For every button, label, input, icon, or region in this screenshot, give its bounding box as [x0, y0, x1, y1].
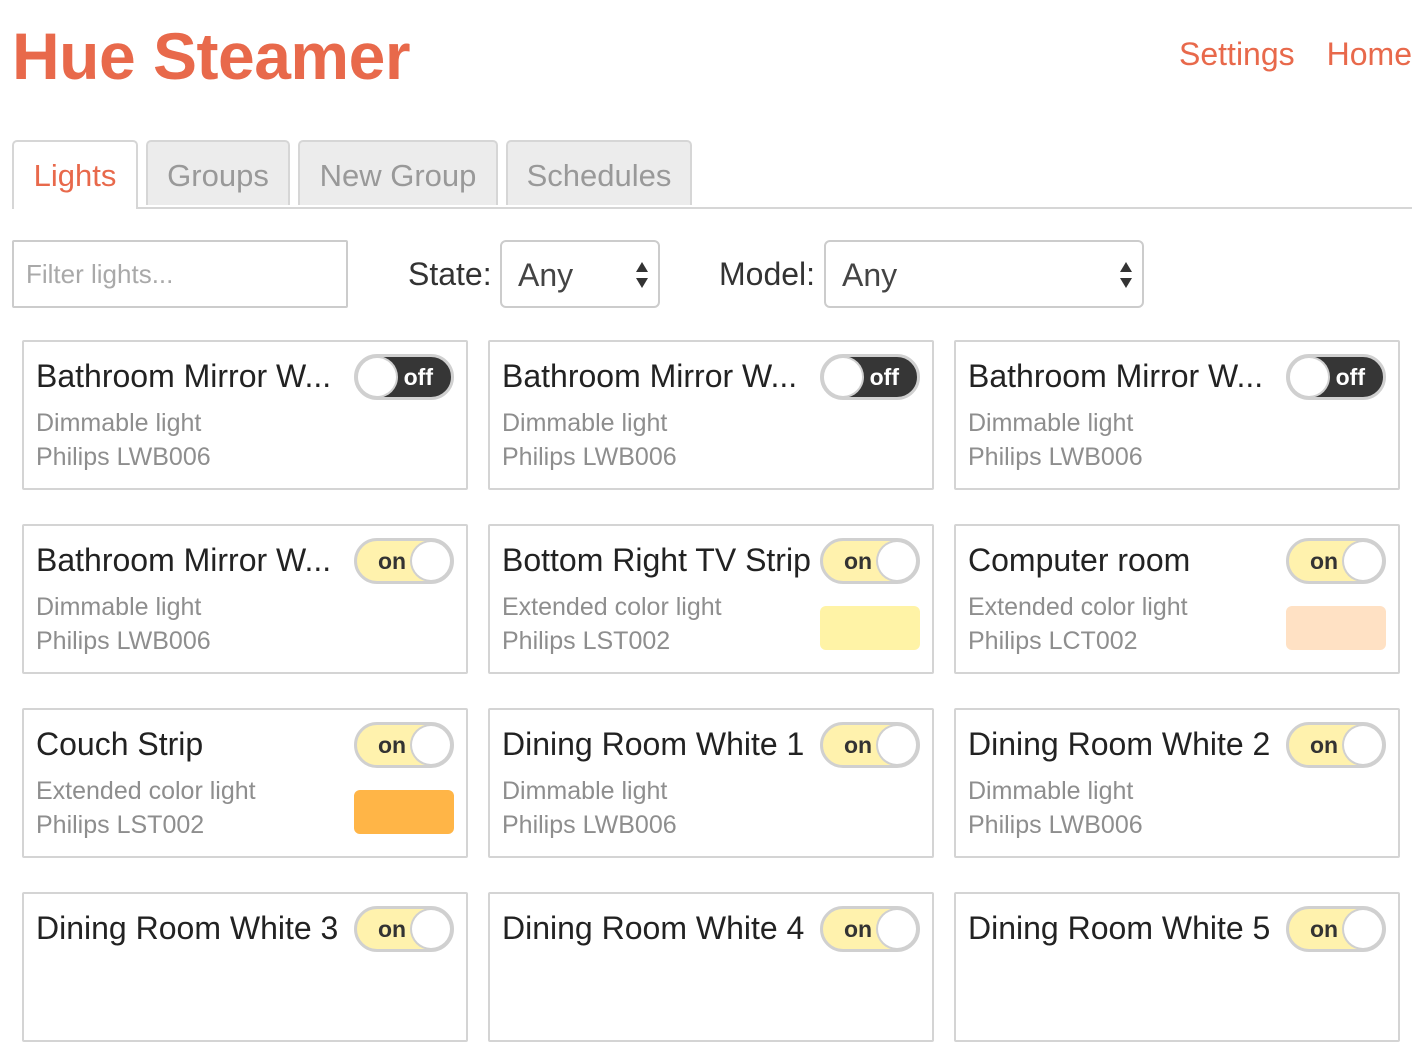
light-type: Dimmable light — [968, 409, 1134, 437]
toggle-knob — [412, 910, 450, 948]
light-type: Dimmable light — [968, 777, 1134, 805]
light-name: Dining Room White 5 — [968, 910, 1271, 946]
toggle-knob — [412, 542, 450, 580]
light-model: Philips LWB006 — [36, 627, 211, 655]
light-model: Philips LWB006 — [968, 811, 1143, 839]
light-name: Bathroom Mirror W... — [502, 358, 798, 394]
light-model: Philips LCT002 — [968, 627, 1138, 655]
state-select-value: Any — [518, 257, 574, 293]
light-name: Dining Room White 4 — [502, 910, 805, 946]
light-card[interactable]: Dining Room White 5 on — [954, 892, 1400, 1042]
light-type: Dimmable light — [502, 409, 668, 437]
light-card[interactable]: Computer room Extended color light Philips… — [954, 524, 1400, 674]
toggle-state-label: on — [378, 548, 407, 574]
light-card[interactable]: Bathroom Mirror W... Dimmable light Philip… — [22, 524, 468, 674]
toggle-state-label: on — [1310, 732, 1339, 758]
toggle-state-label: on — [1310, 548, 1339, 574]
light-card[interactable]: Dining Room White 1 Dimmable light Philips… — [488, 708, 934, 858]
top-nav: Settings Home — [1179, 34, 1412, 74]
power-toggle[interactable]: off — [1286, 354, 1386, 400]
power-toggle[interactable]: on — [1286, 538, 1386, 584]
power-toggle[interactable]: on — [354, 906, 454, 952]
power-toggle[interactable]: on — [820, 722, 920, 768]
toggle-state-label: on — [378, 732, 407, 758]
power-toggle[interactable]: on — [820, 538, 920, 584]
tab-groups[interactable]: Groups — [146, 140, 290, 205]
power-toggle[interactable]: on — [1286, 722, 1386, 768]
light-type: Dimmable light — [502, 777, 668, 805]
light-card[interactable]: Bottom Right TV Strip Extended color ligh… — [488, 524, 934, 674]
color-swatch[interactable] — [820, 606, 920, 650]
toggle-state-label: off — [869, 364, 899, 390]
light-name: Couch Strip — [36, 726, 204, 762]
light-card[interactable]: Dining Room White 4 on — [488, 892, 934, 1042]
toggle-knob — [878, 726, 916, 764]
light-name: Bottom Right TV Strip — [502, 542, 811, 578]
light-card[interactable]: Couch Strip Extended color light Philips L… — [22, 708, 468, 858]
toggle-state-label: off — [403, 364, 433, 390]
light-model: Philips LST002 — [502, 627, 671, 655]
state-label: State: — [408, 256, 492, 292]
toggle-knob — [1290, 358, 1328, 396]
toggle-state-label: on — [844, 732, 873, 758]
light-model: Philips LWB006 — [36, 443, 211, 471]
light-type: Extended color light — [36, 777, 256, 805]
light-model: Philips LWB006 — [502, 811, 677, 839]
toggle-knob — [1344, 726, 1382, 764]
light-model: Philips LST002 — [36, 811, 205, 839]
select-arrows-icon — [636, 262, 648, 288]
power-toggle[interactable]: on — [354, 538, 454, 584]
toggle-knob — [412, 726, 450, 764]
tab-lights[interactable]: Lights — [12, 140, 138, 209]
light-name: Computer room — [968, 542, 1191, 578]
toggle-state-label: on — [844, 916, 873, 942]
tab-bar: Lights Groups New Group Schedules — [12, 140, 1412, 209]
light-card[interactable]: Bathroom Mirror W... Dimmable light Philip… — [488, 340, 934, 490]
light-type: Dimmable light — [36, 593, 202, 621]
light-type: Extended color light — [968, 593, 1188, 621]
light-model: Philips LWB006 — [502, 443, 677, 471]
toggle-state-label: on — [844, 548, 873, 574]
tab-schedules[interactable]: Schedules — [506, 140, 692, 205]
light-type: Extended color light — [502, 593, 722, 621]
power-toggle[interactable]: on — [354, 722, 454, 768]
toggle-state-label: on — [1310, 916, 1339, 942]
select-arrows-icon — [1120, 262, 1132, 288]
light-card[interactable]: Dining Room White 3 on — [22, 892, 468, 1042]
tab-new-group[interactable]: New Group — [298, 140, 498, 205]
light-name: Dining Room White 2 — [968, 726, 1271, 762]
toggle-knob — [878, 910, 916, 948]
light-name: Bathroom Mirror W... — [968, 358, 1264, 394]
home-link[interactable]: Home — [1327, 34, 1412, 74]
toggle-knob — [878, 542, 916, 580]
light-name: Bathroom Mirror W... — [36, 358, 332, 394]
model-label: Model: — [719, 256, 816, 292]
light-name: Dining Room White 1 — [502, 726, 805, 762]
light-name: Dining Room White 3 — [36, 910, 339, 946]
model-select[interactable]: Any — [824, 240, 1144, 308]
toggle-knob — [824, 358, 862, 396]
power-toggle[interactable]: on — [820, 906, 920, 952]
power-toggle[interactable]: on — [1286, 906, 1386, 952]
power-toggle[interactable]: off — [820, 354, 920, 400]
model-select-value: Any — [842, 257, 898, 293]
light-card[interactable]: Bathroom Mirror W... Dimmable light Philip… — [22, 340, 468, 490]
state-select[interactable]: Any — [500, 240, 660, 308]
toggle-knob — [1344, 910, 1382, 948]
light-type: Dimmable light — [36, 409, 202, 437]
light-card[interactable]: Dining Room White 2 Dimmable light Philips… — [954, 708, 1400, 858]
power-toggle[interactable]: off — [354, 354, 454, 400]
light-model: Philips LWB006 — [968, 443, 1143, 471]
light-card[interactable]: Bathroom Mirror W... Dimmable light Philip… — [954, 340, 1400, 490]
filter-lights-input[interactable] — [12, 240, 348, 308]
toggle-knob — [1344, 542, 1382, 580]
app-title: Hue Steamer — [12, 19, 411, 93]
settings-link[interactable]: Settings — [1179, 34, 1295, 74]
color-swatch[interactable] — [354, 790, 454, 834]
toggle-state-label: off — [1335, 364, 1365, 390]
toggle-state-label: on — [378, 916, 407, 942]
toggle-knob — [358, 358, 396, 396]
light-name: Bathroom Mirror W... — [36, 542, 332, 578]
color-swatch[interactable] — [1286, 606, 1386, 650]
